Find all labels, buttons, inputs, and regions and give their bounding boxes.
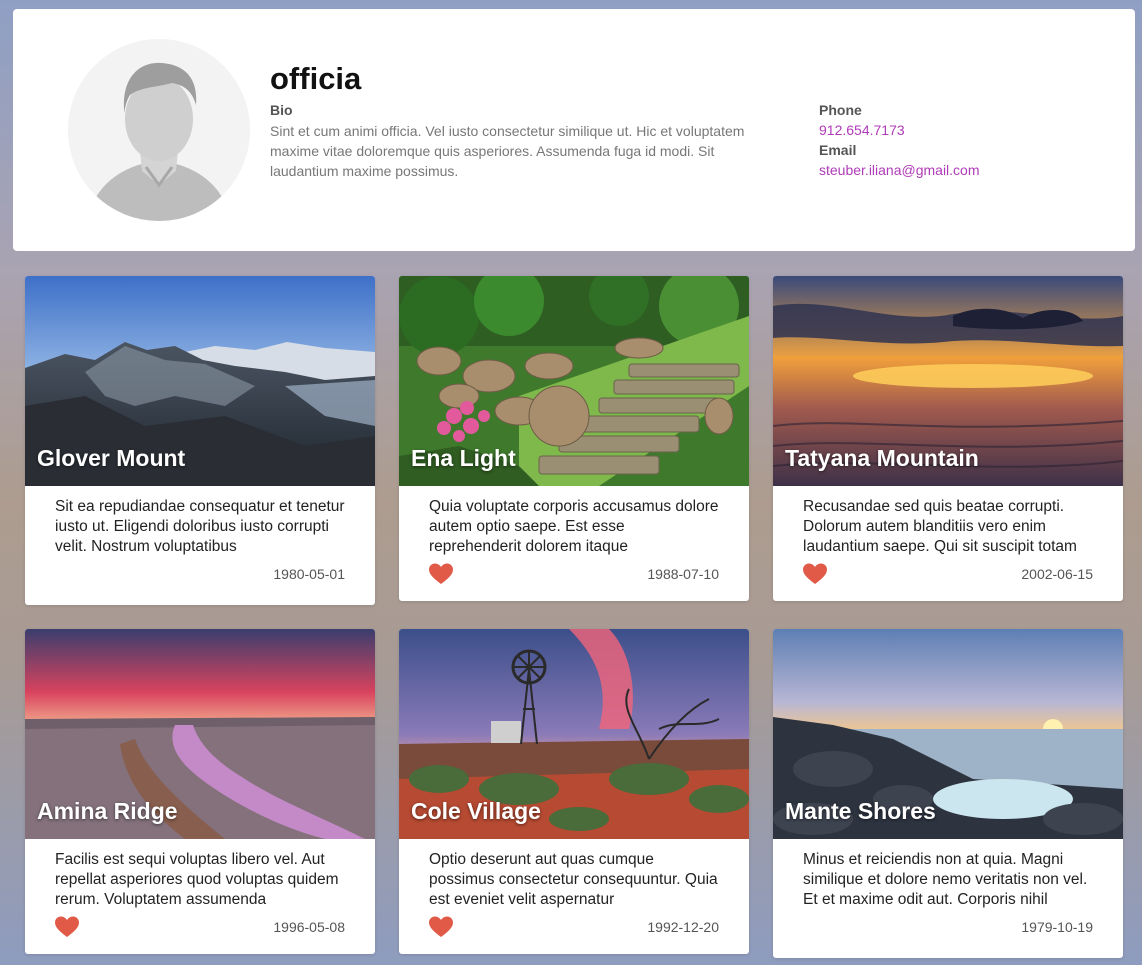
card-image: Mante Shores [773,629,1123,839]
card-date: 1992-12-20 [647,919,719,935]
card-title: Ena Light [411,445,516,471]
card-title: Mante Shores [785,798,936,824]
phone-label: Phone [819,102,862,118]
card-glover-mount[interactable]: Glover Mount Sit ea repudiandae consequa… [25,276,375,605]
heart-icon[interactable] [803,563,827,585]
card-date: 1996-05-08 [273,919,345,935]
card-description: Facilis est sequi voluptas libero vel. A… [55,851,339,908]
user-name: officia [270,61,362,96]
avatar [68,39,250,221]
card-cole-village[interactable]: Cole Village Optio deserunt aut quas cum… [399,629,749,954]
card-title: Cole Village [411,798,541,824]
card-description: Minus et reiciendis non at quia. Magni s… [803,851,1088,908]
person-silhouette-icon [68,39,250,221]
card-amina-ridge[interactable]: Amina Ridge Facilis est sequi voluptas l… [25,629,375,954]
bio-text: Sint et cum animi officia. Vel iusto con… [270,123,745,179]
card-date: 1988-07-10 [647,566,719,582]
card-description: Sit ea repudiandae consequatur et tenetu… [55,498,345,555]
card-date: 1979-10-19 [1021,919,1093,935]
card-title: Amina Ridge [37,798,178,824]
bio-label: Bio [270,102,293,118]
card-date: 1980-05-01 [273,566,345,582]
card-date: 2002-06-15 [1021,566,1093,582]
email-link[interactable]: steuber.iliana@gmail.com [819,162,980,178]
card-image: Ena Light [399,276,749,486]
card-image: Cole Village [399,629,749,839]
card-ena-light[interactable]: Ena Light Quia voluptate corporis accusa… [399,276,749,601]
card-image: Amina Ridge [25,629,375,839]
heart-icon[interactable] [429,563,453,585]
heart-icon[interactable] [55,916,79,938]
card-title: Glover Mount [37,445,186,471]
card-description: Recusandae sed quis beatae corrupti. Dol… [803,498,1077,555]
email-label: Email [819,142,857,158]
card-description: Optio deserunt aut quas cumque possimus … [429,851,718,908]
card-image: Glover Mount [25,276,375,486]
card-image: Tatyana Mountain [773,276,1123,486]
card-tatyana-mountain[interactable]: Tatyana Mountain Recusandae sed quis bea… [773,276,1123,601]
card-title: Tatyana Mountain [785,445,979,471]
phone-link[interactable]: 912.654.7173 [819,122,905,138]
card-mante-shores[interactable]: Mante Shores Minus et reiciendis non at … [773,629,1123,958]
heart-icon[interactable] [429,916,453,938]
profile-card: officia Bio Sint et cum animi officia. V… [13,9,1135,251]
card-description: Quia voluptate corporis accusamus dolore… [429,498,719,555]
